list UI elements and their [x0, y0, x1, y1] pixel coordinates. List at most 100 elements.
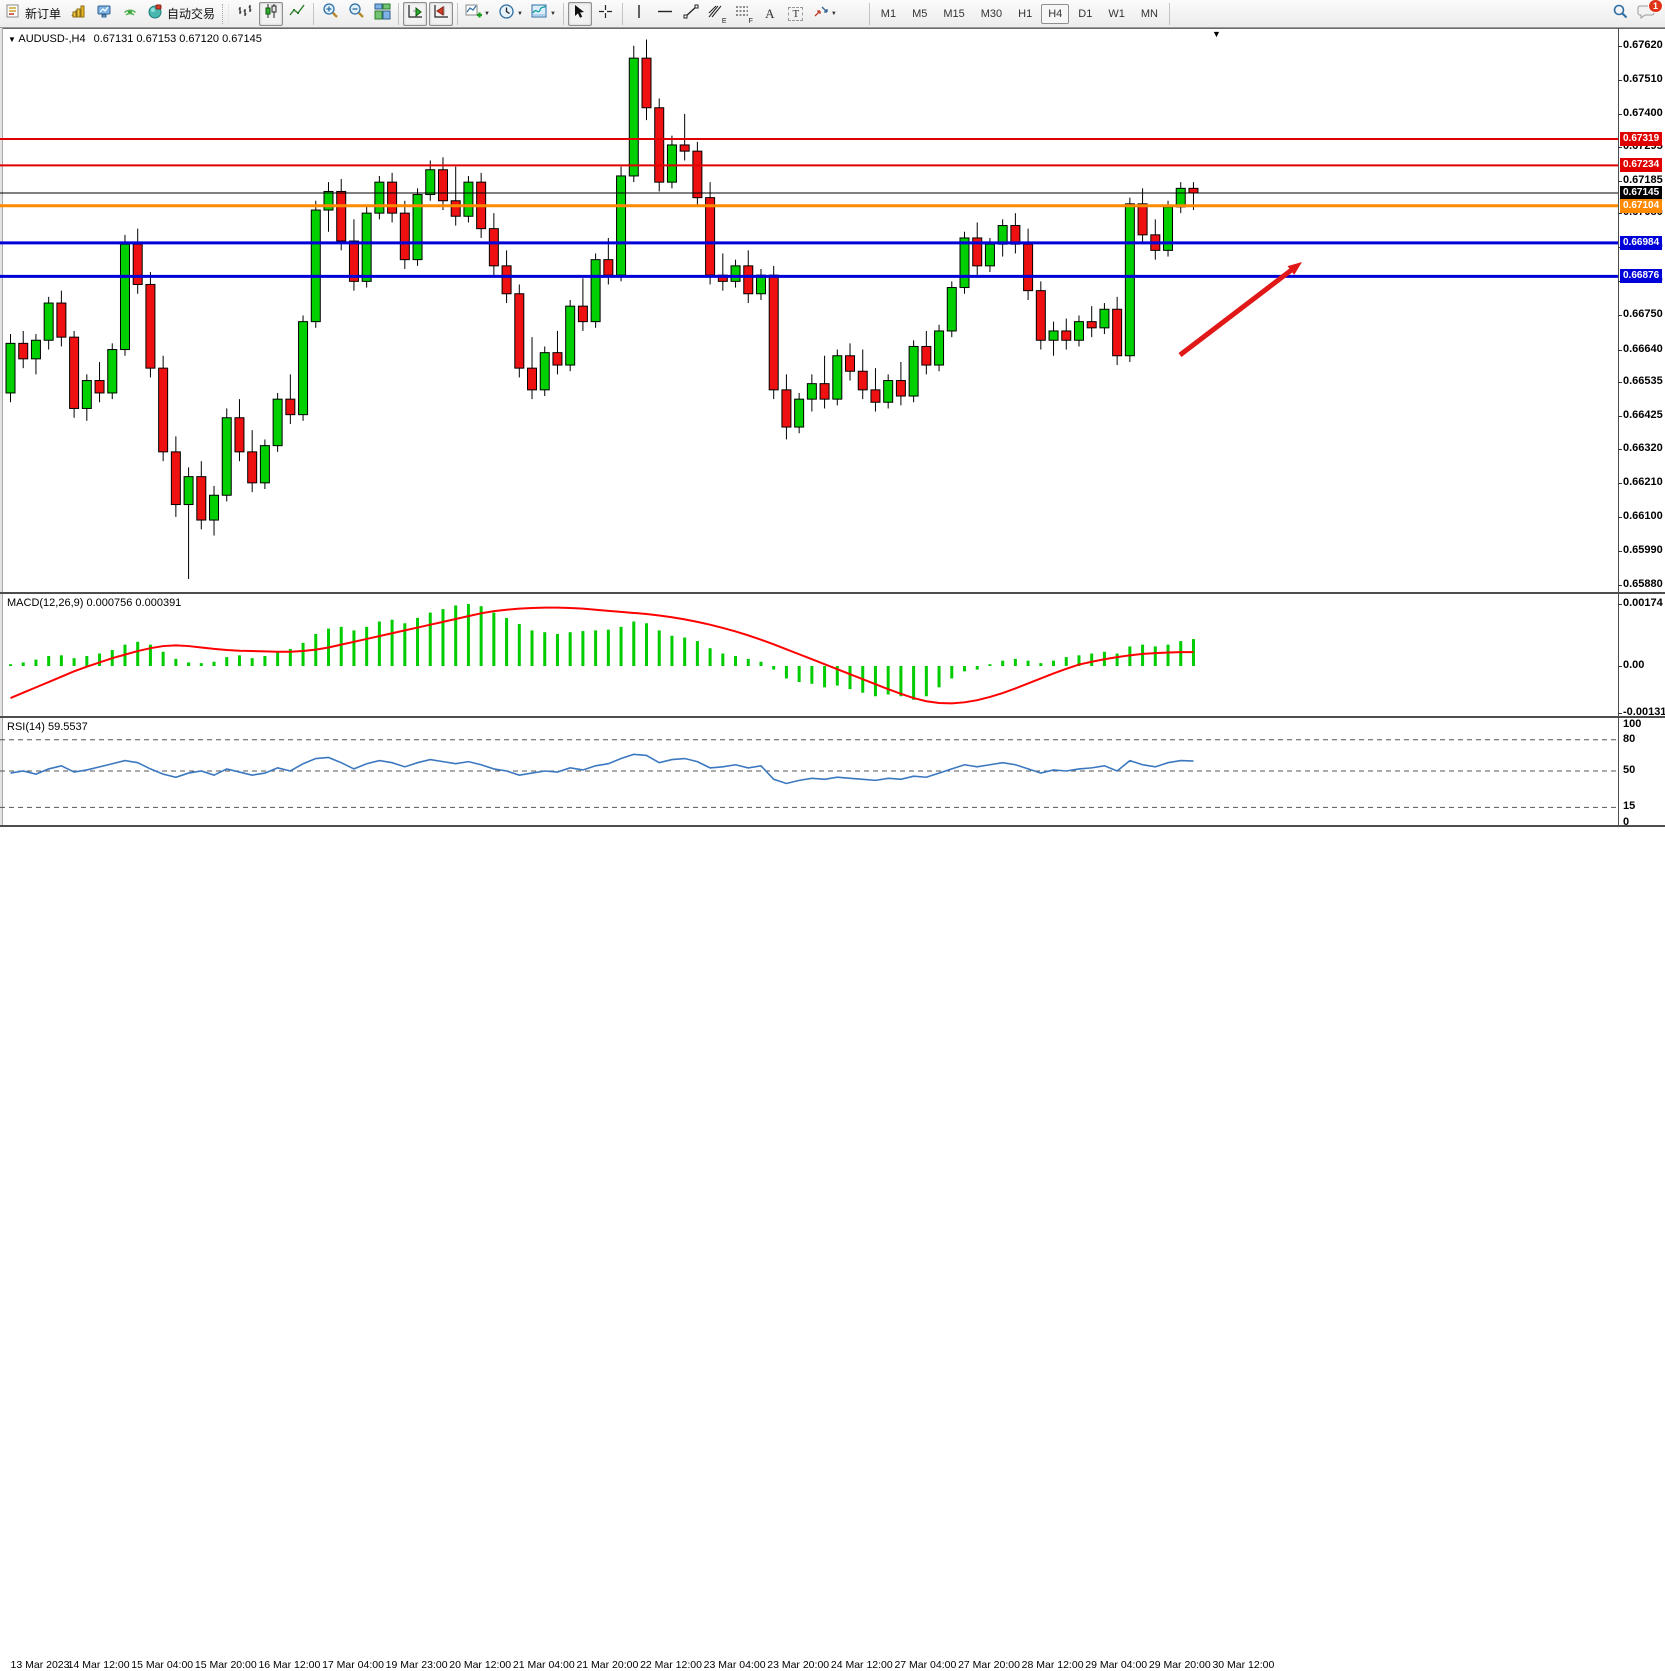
- panel-separator[interactable]: [0, 592, 1665, 594]
- fibonacci-icon: [735, 5, 749, 23]
- price-tag[interactable]: 0.66876: [1620, 269, 1662, 283]
- arrows-button[interactable]: ▼: [810, 2, 840, 26]
- time-axis[interactable]: 13 Mar 202314 Mar 12:0015 Mar 04:0015 Ma…: [0, 827, 1665, 847]
- price-axis-label: 0.66425: [1623, 409, 1663, 421]
- price-axis-label: 0.67185: [1623, 174, 1663, 186]
- auto-scroll-icon: [407, 3, 424, 25]
- notifications-button[interactable]: 1: [1634, 2, 1658, 26]
- macd-axis-label: 0.00174: [1623, 597, 1663, 609]
- macd-label: MACD(12,26,9) 0.000756 0.000391: [7, 597, 181, 609]
- price-axis-label: 0.67510: [1623, 73, 1663, 85]
- macd-panel[interactable]: [0, 594, 1618, 716]
- macd-axis-tick: [1618, 604, 1622, 605]
- timeframe-mn[interactable]: MN: [1134, 4, 1165, 24]
- toolbar-separator: [398, 3, 399, 25]
- new-order-button[interactable]: 新订单: [2, 2, 64, 26]
- price-axis-tick: [1618, 350, 1622, 351]
- equidistant-channel-button[interactable]: E: [705, 2, 730, 26]
- toolbar-separator: [869, 3, 870, 25]
- line-chart-icon: [289, 3, 305, 24]
- zoom-in-button[interactable]: [318, 2, 342, 26]
- cursor-button[interactable]: [568, 2, 592, 26]
- channel-letter: E: [722, 18, 727, 25]
- price-tag[interactable]: 0.67104: [1620, 199, 1662, 213]
- macd-axis-label: -0.001314: [1623, 706, 1665, 718]
- candlestick-chart-button[interactable]: [259, 2, 283, 26]
- search-button[interactable]: [1608, 2, 1632, 26]
- horizontal-line-button[interactable]: [653, 2, 677, 26]
- price-chart-panel[interactable]: [0, 30, 1618, 592]
- price-tag[interactable]: 0.67319: [1620, 132, 1662, 146]
- templates-icon: [531, 3, 548, 25]
- price-axis-border: [1618, 28, 1619, 827]
- text-icon: A: [765, 6, 774, 22]
- chart-shift-button[interactable]: [429, 2, 453, 26]
- auto-scroll-button[interactable]: [403, 2, 427, 26]
- price-axis-tick: [1618, 80, 1622, 81]
- indicators-button[interactable]: ▼: [462, 2, 493, 26]
- autotrading-button[interactable]: 自动交易: [144, 2, 218, 26]
- toolbar-grip: [222, 4, 229, 24]
- price-axis-label: 0.66320: [1623, 442, 1663, 454]
- price-axis-tick: [1618, 449, 1622, 450]
- price-axis-label: 0.66210: [1623, 476, 1663, 488]
- timeframe-m1[interactable]: M1: [874, 4, 903, 24]
- rsi-line: [11, 754, 1194, 783]
- fibonacci-button[interactable]: F: [732, 2, 756, 26]
- timeframe-m15[interactable]: M15: [936, 4, 971, 24]
- trendline-icon: [683, 4, 699, 24]
- bar-chart-button[interactable]: [233, 2, 257, 26]
- price-axis-label: 0.66100: [1623, 510, 1663, 522]
- timeframe-h4[interactable]: H4: [1041, 4, 1069, 24]
- zoom-out-button[interactable]: [344, 2, 368, 26]
- new-order-label: 新订单: [25, 5, 61, 22]
- timeframe-m5[interactable]: M5: [905, 4, 934, 24]
- market-watch-button[interactable]: [66, 2, 90, 26]
- crosshair-button[interactable]: [594, 2, 618, 26]
- text-label-icon: T: [788, 7, 803, 21]
- tile-windows-button[interactable]: [370, 2, 394, 26]
- indicators-icon: [465, 3, 482, 25]
- text-label-button[interactable]: T: [784, 2, 808, 26]
- rsi-axis-label: 80: [1623, 733, 1635, 745]
- price-axis-tick: [1618, 315, 1622, 316]
- profiles-button[interactable]: [92, 2, 116, 26]
- macd-axis-label: 0.00: [1623, 659, 1644, 671]
- market-watch-icon: [70, 3, 86, 24]
- timeframe-d1[interactable]: D1: [1071, 4, 1099, 24]
- rsi-value: 59.5537: [48, 721, 88, 733]
- chart-shift-marker[interactable]: ▼: [1212, 29, 1221, 39]
- templates-button[interactable]: ▼: [528, 2, 559, 26]
- price-axis-tick: [1618, 483, 1622, 484]
- new-order-icon: [5, 3, 21, 24]
- toolbar-separator: [622, 3, 623, 25]
- chart-menu-caret-icon[interactable]: ▼: [8, 35, 16, 44]
- rsi-panel[interactable]: [0, 718, 1618, 825]
- vertical-line-button[interactable]: [627, 2, 651, 26]
- line-chart-button[interactable]: [285, 2, 309, 26]
- trendline-button[interactable]: [679, 2, 703, 26]
- timeframe-m30[interactable]: M30: [974, 4, 1009, 24]
- timeframe-h1[interactable]: H1: [1011, 4, 1039, 24]
- macd-signal-line: [11, 608, 1194, 704]
- chevron-down-icon: ▼: [484, 11, 490, 17]
- price-tag[interactable]: 0.66984: [1620, 236, 1662, 250]
- notification-badge: 1: [1648, 0, 1663, 13]
- price-axis-tick: [1618, 213, 1622, 214]
- text-button[interactable]: A: [758, 2, 782, 26]
- zoom-out-icon: [347, 2, 365, 25]
- chart-ohlc: 0.67131 0.67153 0.67120 0.67145: [94, 33, 262, 45]
- signals-button[interactable]: [118, 2, 142, 26]
- periods-button[interactable]: ▼: [495, 2, 526, 26]
- autotrading-label: 自动交易: [167, 5, 215, 22]
- price-lines-layer[interactable]: [0, 139, 1618, 276]
- price-axis-tick: [1618, 585, 1622, 586]
- price-tag[interactable]: 0.67234: [1620, 158, 1662, 172]
- crosshair-icon: [598, 4, 613, 24]
- price-axis-tick: [1618, 147, 1622, 148]
- autotrading-icon: [147, 3, 163, 24]
- rsi-axis-label: 50: [1623, 764, 1635, 776]
- price-axis-tick: [1618, 46, 1622, 47]
- timeframe-w1[interactable]: W1: [1101, 4, 1132, 24]
- panel-separator[interactable]: [0, 716, 1665, 718]
